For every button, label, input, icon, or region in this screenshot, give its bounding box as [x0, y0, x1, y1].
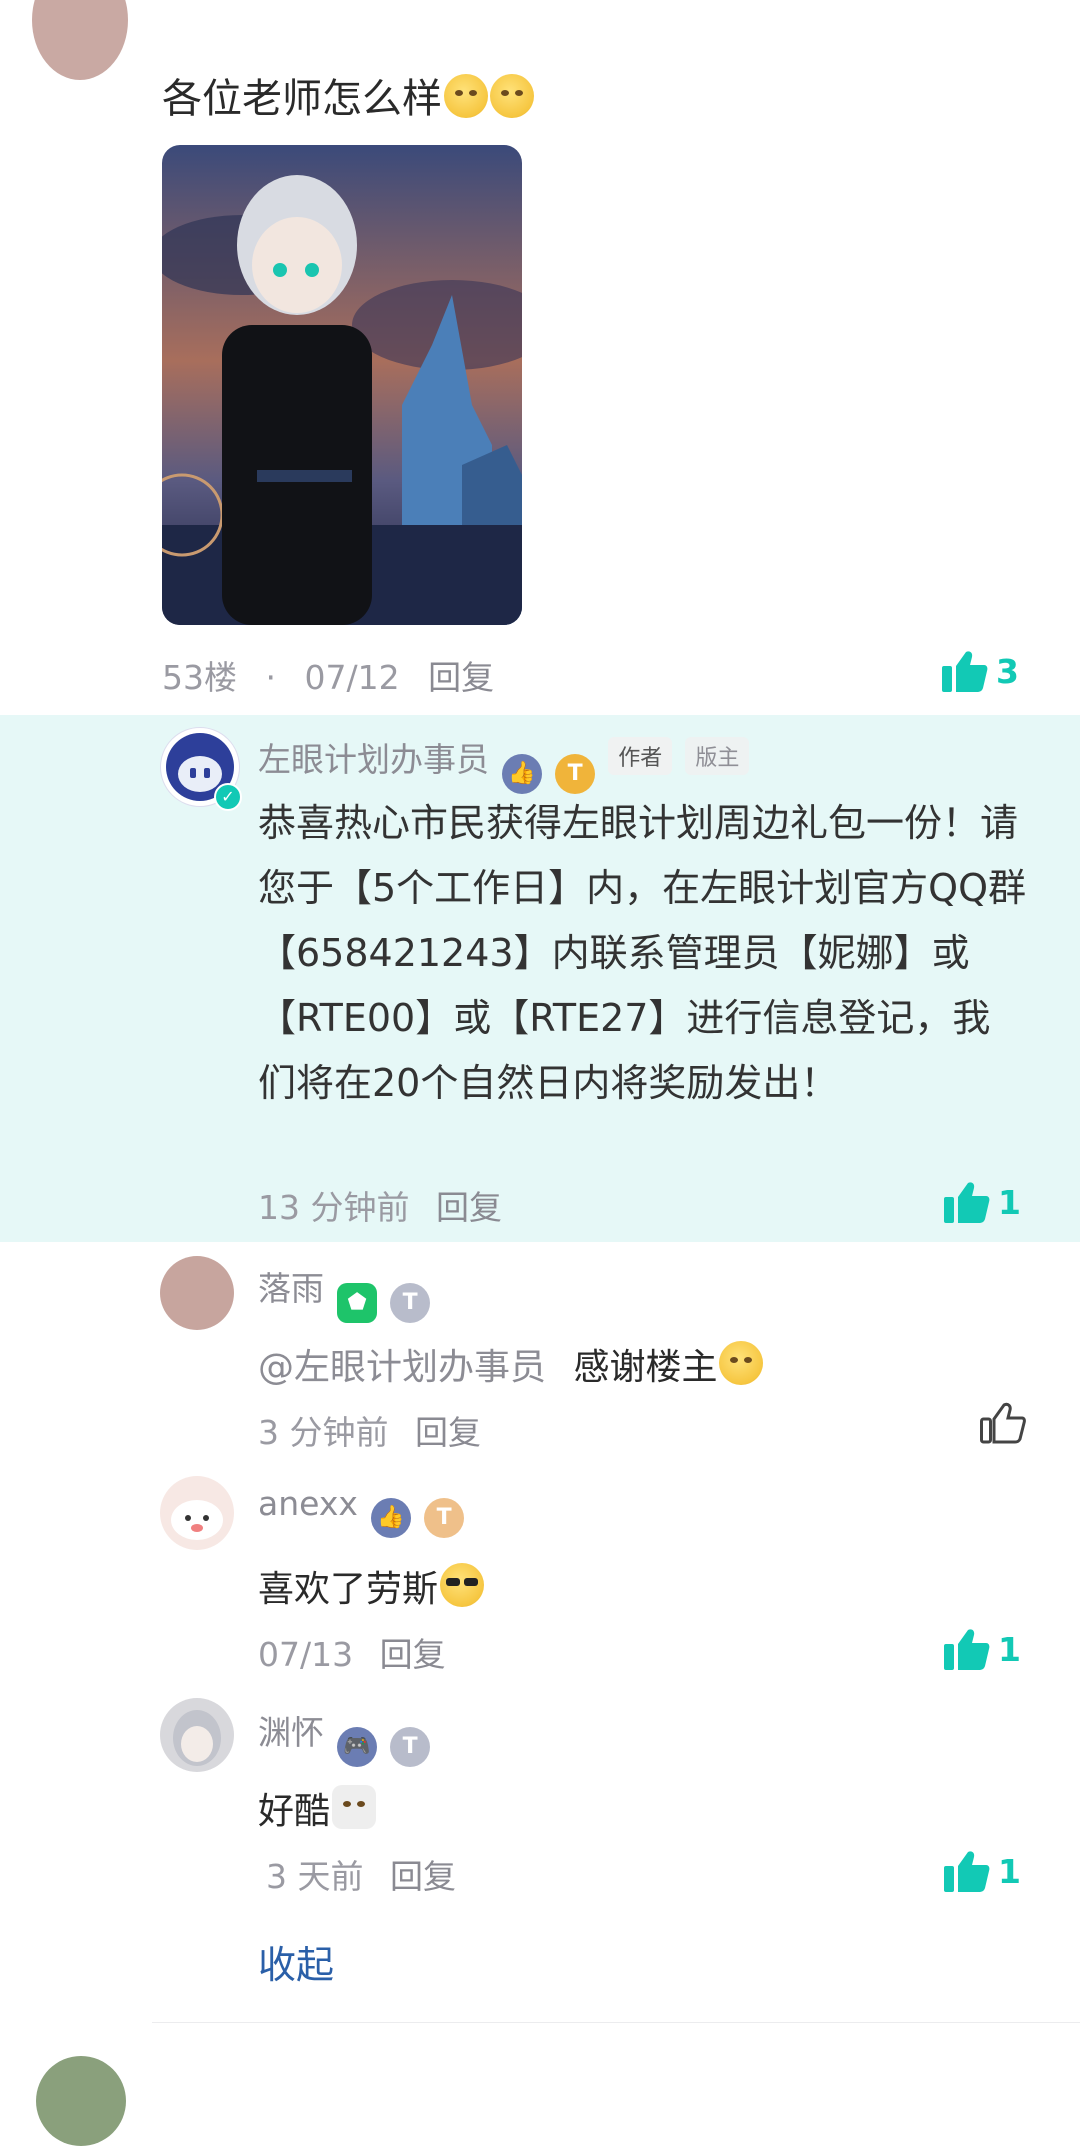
divider — [152, 2022, 1080, 2023]
username[interactable]: 落雨 — [258, 1269, 324, 1308]
like-button[interactable]: 1 — [944, 1181, 1021, 1223]
reply-text: 好酷 — [258, 1791, 331, 1832]
reply-meta: 3 分钟前 回复 — [258, 1406, 481, 1454]
like-button[interactable]: 1 — [944, 1628, 1021, 1670]
blush-emoji-icon — [719, 1341, 764, 1385]
reply-time: 3 分钟前 — [258, 1413, 389, 1452]
user-row: anexx 👍 T — [258, 1484, 465, 1538]
admin-tag: 版主 — [685, 737, 750, 775]
thumbs-up-icon — [944, 1182, 990, 1223]
cat-paw-emoji-icon — [332, 1785, 377, 1829]
reply-text-row: @左眼计划办事员 感谢楼主 — [258, 1338, 764, 1390]
like-count: 1 — [998, 1629, 1021, 1669]
thumbs-up-icon — [944, 1851, 990, 1892]
thinking-emoji-icon — [490, 74, 534, 118]
avatar[interactable] — [160, 1698, 234, 1772]
level-badge: T — [424, 1498, 465, 1538]
reply-button[interactable]: 回复 — [428, 658, 494, 697]
reply-text: 感谢楼主 — [573, 1347, 718, 1388]
level-badge: T — [555, 754, 596, 794]
reply-text: 喜欢了劳斯 — [258, 1569, 439, 1610]
reply-button[interactable]: 回复 — [390, 1857, 456, 1896]
avatar[interactable] — [160, 1256, 234, 1330]
mention-link[interactable]: @左眼计划办事员 — [258, 1347, 546, 1388]
username[interactable]: anexx — [258, 1484, 358, 1523]
verified-icon: ✓ — [214, 783, 242, 811]
reply-meta: 13 分钟前 回复 — [258, 1181, 502, 1229]
reply-time: 07/13 — [258, 1635, 354, 1674]
highlighted-reply: ✓ 左眼计划办事员 👍 T 作者 版主 恭喜热心市民获得左眼计划周边礼包一份！请… — [0, 715, 1080, 1242]
username[interactable]: 渊怀 — [258, 1713, 324, 1752]
gamepad-medal-icon: 🎮 — [337, 1727, 378, 1767]
collapse-link[interactable]: 收起 — [258, 1934, 334, 1989]
reply-content: 恭喜热心市民获得左眼计划周边礼包一份！请您于【5个工作日】内，在左眼计划官方QQ… — [258, 801, 1026, 1105]
like-medal-icon: 👍 — [371, 1498, 412, 1538]
level-badge: T — [390, 1283, 431, 1323]
like-count: 3 — [996, 651, 1019, 691]
reply-text-row: 好酷 — [258, 1782, 377, 1834]
reply-meta: 07/13 回复 — [258, 1628, 446, 1676]
pentagon-medal-icon: ⬟ — [337, 1283, 378, 1323]
username[interactable]: 左眼计划办事员 — [258, 740, 489, 779]
post-meta: 53楼 · 07/12 回复 — [162, 651, 494, 699]
author-tag: 作者 — [608, 737, 673, 775]
like-button[interactable] — [980, 1402, 1026, 1448]
floor-number: 53楼 — [162, 658, 237, 697]
thumbs-up-outline-icon — [980, 1402, 1026, 1444]
post-image[interactable] — [162, 145, 522, 625]
reply-button[interactable]: 回复 — [436, 1188, 502, 1227]
thumbs-up-icon — [944, 1629, 990, 1670]
reply-button[interactable]: 回复 — [380, 1635, 446, 1674]
user-row: 落雨 ⬟ T — [258, 1262, 431, 1323]
post-text: 各位老师怎么样 — [162, 76, 442, 122]
separator-dot: · — [265, 658, 277, 697]
post-text-row: 各位老师怎么样 — [162, 66, 534, 124]
like-count: 1 — [998, 1851, 1021, 1891]
reply-text-row: 喜欢了劳斯 — [258, 1560, 485, 1612]
post-date: 07/12 — [304, 658, 400, 697]
like-button[interactable]: 3 — [942, 650, 1019, 692]
level-badge: T — [390, 1727, 431, 1767]
user-row: 左眼计划办事员 👍 T 作者 版主 — [258, 733, 750, 794]
avatar[interactable] — [160, 1476, 234, 1550]
reply-button[interactable]: 回复 — [415, 1413, 481, 1452]
thumbs-up-icon — [942, 651, 988, 692]
reply-time: 13 分钟前 — [258, 1188, 410, 1227]
thinking-emoji-icon — [444, 74, 488, 118]
like-button[interactable]: 1 — [944, 1850, 1021, 1892]
avatar[interactable] — [32, 0, 128, 80]
sunglasses-emoji-icon — [440, 1563, 485, 1607]
reply-meta: 3 天前 回复 — [266, 1850, 456, 1898]
like-count: 1 — [998, 1182, 1021, 1222]
reply-time: 3 天前 — [266, 1857, 364, 1896]
like-medal-icon: 👍 — [502, 754, 543, 794]
user-row: 渊怀 🎮 T — [258, 1706, 431, 1767]
